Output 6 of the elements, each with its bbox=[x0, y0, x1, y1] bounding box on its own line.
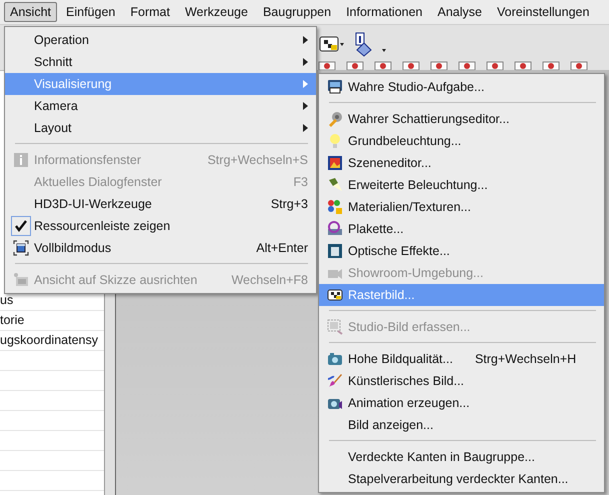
shortcut-text: Strg+3 bbox=[270, 197, 308, 211]
shortcut-text: Strg+Wechseln+S bbox=[207, 153, 308, 167]
shortcut-text: Strg+Wechseln+H bbox=[474, 352, 576, 366]
shortcut-text: F3 bbox=[293, 175, 308, 189]
shortcut-text: Wechseln+F8 bbox=[231, 273, 308, 287]
shortcut-text: Alt+Enter bbox=[256, 241, 308, 255]
